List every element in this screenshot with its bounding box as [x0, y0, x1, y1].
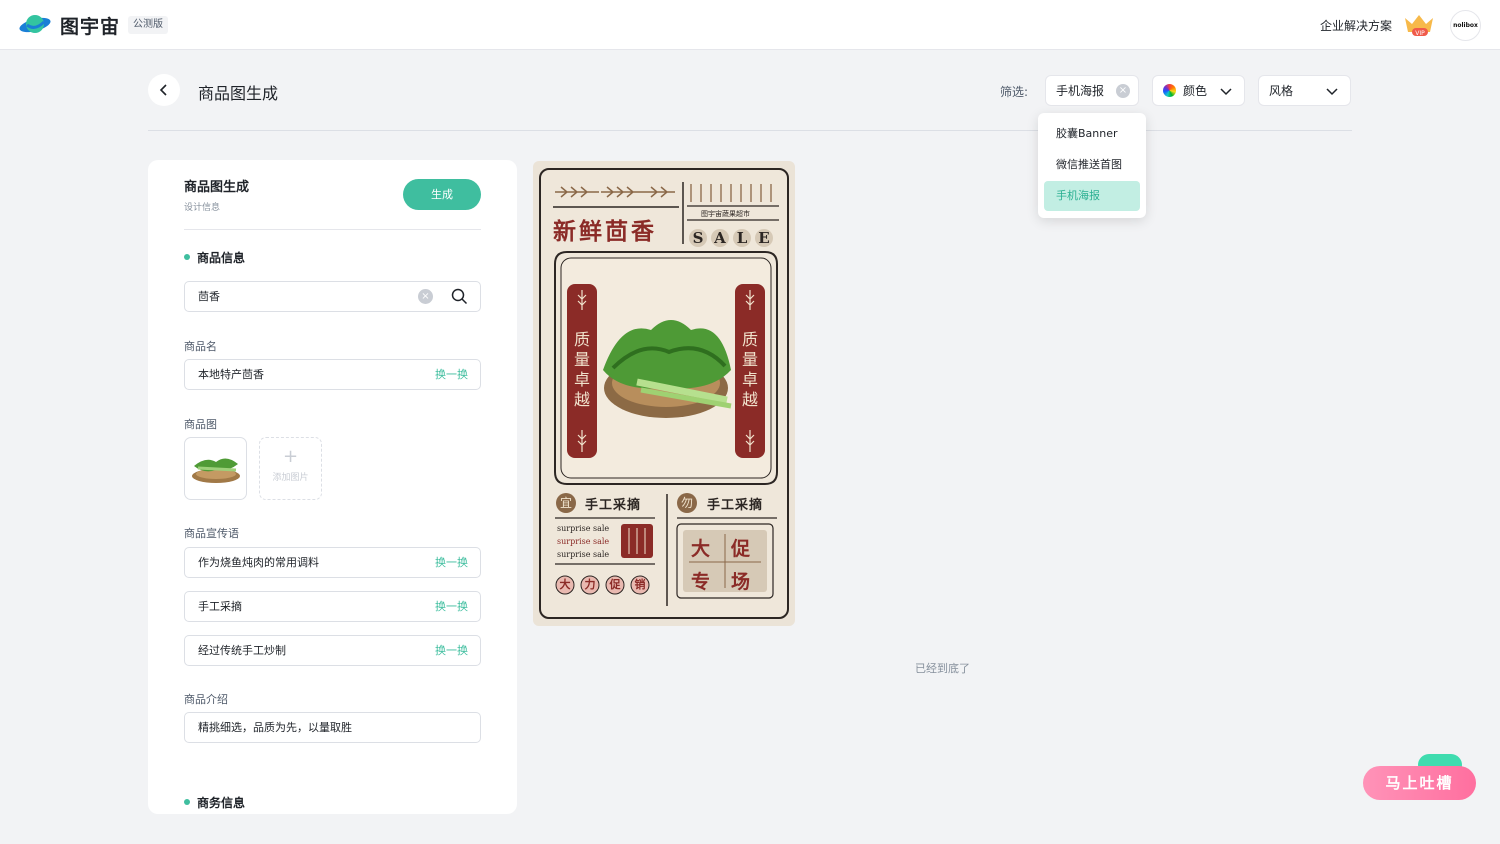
poster-promo-box-char: 大: [691, 538, 711, 560]
side-char: 质: [573, 330, 590, 349]
fennel-thumbnail-image: [191, 457, 240, 483]
clear-search-icon[interactable]: ×: [418, 289, 433, 304]
poster-right-badge: 勿: [680, 496, 693, 510]
product-name-field[interactable]: 本地特产茴香 换一换: [184, 359, 481, 390]
filter-type-select[interactable]: 手机海报 ×: [1045, 75, 1139, 106]
beta-badge: 公测版: [128, 16, 168, 34]
page-title: 商品图生成: [198, 84, 279, 103]
feedback-button[interactable]: 马上吐槽: [1363, 766, 1476, 800]
brand-name[interactable]: 图宇宙: [60, 12, 120, 39]
intro-value: 精挑细选，品质为先，以量取胜: [198, 721, 352, 734]
side-char: 量: [573, 350, 590, 369]
user-avatar[interactable]: nolibox: [1450, 10, 1481, 41]
filter-style-select[interactable]: 风格: [1258, 75, 1351, 106]
filter-color-select[interactable]: 颜色: [1152, 75, 1245, 106]
poster: 新鲜茴香 图宇宙蔬果超市 SALE 质 量 卓 越 质 量 卓 越 宜 手工采摘…: [539, 168, 789, 619]
type-dropdown-menu: 胶囊Banner 微信推送首图 手机海报: [1038, 113, 1146, 218]
product-form-panel: 商品图生成 设计信息 生成 商品信息 茴香 × 商品名 本地特产茴香 换一换 商…: [148, 160, 517, 814]
filter-color-label: 颜色: [1183, 84, 1208, 98]
slogan-field-3[interactable]: 经过传统手工炒制 换一换: [184, 635, 481, 666]
dropdown-item-mobile-poster[interactable]: 手机海报: [1044, 181, 1140, 211]
back-button[interactable]: [148, 74, 180, 106]
slogan-value: 作为烧鱼炖肉的常用调料: [198, 556, 319, 569]
section-product-info: 商品信息: [184, 249, 245, 266]
side-char: 卓: [573, 370, 590, 389]
filter-label: 筛选:: [1000, 85, 1029, 99]
sale-letter: A: [711, 229, 729, 247]
poster-promo-box-char: 专: [691, 571, 711, 593]
side-char: 卓: [741, 370, 758, 389]
sale-letter: L: [733, 229, 751, 247]
swap-button[interactable]: 换一换: [435, 548, 468, 577]
end-of-list-note: 已经到底了: [915, 662, 970, 675]
header-divider: [148, 130, 1352, 131]
side-char: 质: [741, 330, 758, 349]
poster-side-text-left: 质 量 卓 越: [573, 330, 591, 410]
surprise-line: surprise sale: [557, 524, 610, 533]
poster-promo-circle: 销: [634, 578, 646, 591]
product-name-label: 商品名: [184, 340, 217, 353]
search-value: 茴香: [198, 290, 220, 303]
panel-subtitle: 设计信息: [184, 203, 221, 213]
poster-promo-circle: 促: [609, 578, 621, 591]
poster-promo-circle: 大: [559, 578, 571, 591]
poster-store-name: 图宇宙蔬果超市: [701, 210, 750, 218]
poster-promo-circle: 力: [584, 578, 596, 591]
slogan-field-1[interactable]: 作为烧鱼炖肉的常用调料 换一换: [184, 547, 481, 578]
swap-button[interactable]: 换一换: [435, 360, 468, 389]
planet-logo-icon[interactable]: [18, 11, 52, 37]
poster-promo-box-char: 场: [731, 571, 751, 593]
side-char: 越: [741, 390, 758, 409]
swap-button[interactable]: 换一换: [435, 636, 468, 665]
surprise-line: surprise sale: [557, 550, 610, 559]
product-image-thumbnail[interactable]: [184, 437, 247, 500]
add-image-button[interactable]: + 添加图片: [259, 437, 322, 500]
clear-icon[interactable]: ×: [1116, 84, 1130, 98]
filter-style-label: 风格: [1269, 84, 1294, 98]
side-char: 越: [573, 390, 590, 409]
add-image-label: 添加图片: [272, 473, 309, 483]
plus-icon: +: [282, 446, 299, 467]
dropdown-item-wechat-cover[interactable]: 微信推送首图: [1044, 150, 1140, 180]
generate-button[interactable]: 生成: [403, 179, 481, 210]
section-business-info: 商务信息: [184, 794, 245, 811]
product-search-input[interactable]: 茴香 ×: [184, 281, 481, 312]
panel-title: 商品图生成: [184, 180, 250, 195]
product-image-label: 商品图: [184, 418, 217, 431]
intro-label: 商品介绍: [184, 693, 228, 706]
color-wheel-icon: [1163, 84, 1176, 97]
sale-letter: S: [689, 229, 707, 247]
side-char: 量: [741, 350, 758, 369]
poster-surprise-text: surprise sale surprise sale surprise sal…: [557, 522, 609, 561]
surprise-line: surprise sale: [557, 537, 610, 546]
panel-divider: [184, 229, 481, 230]
chevron-left-icon: [159, 84, 167, 96]
search-icon[interactable]: [451, 288, 468, 305]
intro-field[interactable]: 精挑细选，品质为先，以量取胜: [184, 712, 481, 743]
filter-type-value: 手机海报: [1056, 84, 1105, 98]
top-bar: 图宇宙 公测版 企业解决方案 VIP nolibox: [0, 0, 1500, 50]
poster-left-badge: 宜: [559, 496, 572, 510]
product-name-value: 本地特产茴香: [198, 368, 264, 381]
slogan-value: 经过传统手工炒制: [198, 644, 286, 657]
poster-left-caption: 手工采摘: [585, 498, 642, 513]
chevron-down-icon: [1326, 88, 1338, 96]
chevron-down-icon: [1220, 88, 1232, 96]
poster-promo-box-char: 促: [731, 538, 751, 560]
slogan-value: 手工采摘: [198, 600, 242, 613]
slogan-label: 商品宣传语: [184, 527, 239, 540]
vip-crown-icon[interactable]: VIP: [1402, 12, 1436, 38]
enterprise-solutions-link[interactable]: 企业解决方案: [1320, 17, 1392, 34]
vip-label: VIP: [1415, 30, 1425, 37]
poster-preview-card[interactable]: 新鲜茴香 图宇宙蔬果超市 SALE 质 量 卓 越 质 量 卓 越 宜 手工采摘…: [533, 161, 795, 626]
poster-side-text-right: 质 量 卓 越: [741, 330, 759, 410]
poster-sale-letters: SALE: [689, 229, 773, 247]
sale-letter: E: [755, 229, 773, 247]
dropdown-item-capsule-banner[interactable]: 胶囊Banner: [1044, 119, 1140, 149]
poster-right-caption: 手工采摘: [707, 498, 764, 513]
slogan-field-2[interactable]: 手工采摘 换一换: [184, 591, 481, 622]
swap-button[interactable]: 换一换: [435, 592, 468, 621]
poster-headline: 新鲜茴香: [553, 218, 657, 245]
